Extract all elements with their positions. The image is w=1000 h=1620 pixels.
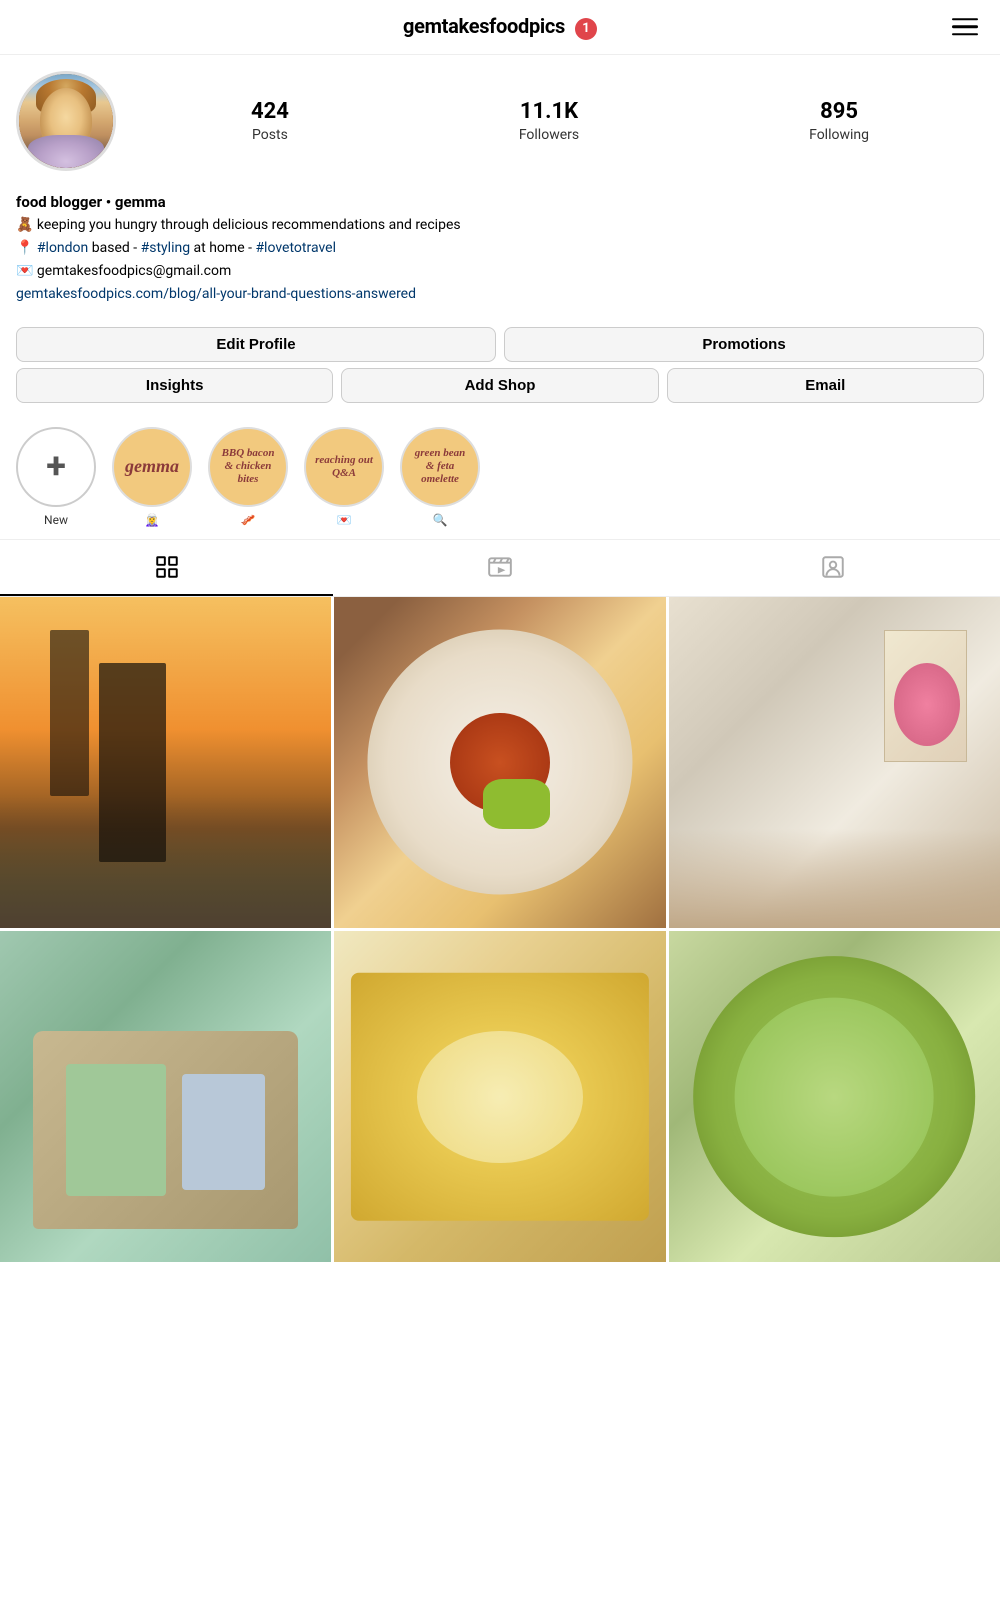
buttons-row-2: Insights Add Shop Email: [0, 368, 1000, 415]
menu-button[interactable]: [948, 14, 982, 40]
edit-profile-button[interactable]: Edit Profile: [16, 327, 496, 362]
photo-6[interactable]: [669, 931, 1000, 1262]
reels-icon: [487, 554, 513, 580]
bio-hashtag-styling[interactable]: #styling: [141, 240, 190, 256]
photo-2[interactable]: [334, 597, 665, 928]
photo-4[interactable]: [0, 931, 331, 1262]
highlight-new[interactable]: + New: [16, 427, 96, 527]
posts-label: Posts: [252, 127, 288, 143]
following-label: Following: [809, 127, 869, 143]
photo-1[interactable]: [0, 597, 331, 928]
highlight-circle-gemma: gemma: [112, 427, 192, 507]
bio-hashtag-travel[interactable]: #lovetotravel: [255, 240, 336, 256]
tab-tagged[interactable]: [667, 540, 1000, 596]
highlight-label-bbq: 🥓: [241, 513, 256, 527]
highlight-circle-new: +: [16, 427, 96, 507]
stats-row: 424 Posts 11.1K Followers 895 Following: [136, 99, 984, 143]
header-title: gemtakesfoodpics 1: [403, 14, 597, 40]
menu-line-1: [952, 18, 978, 21]
following-stat[interactable]: 895 Following: [809, 99, 869, 143]
highlight-label-gemma: 🧝‍♀️: [145, 513, 160, 527]
followers-label: Followers: [519, 127, 579, 143]
followers-stat[interactable]: 11.1K Followers: [519, 99, 579, 143]
posts-stat[interactable]: 424 Posts: [251, 99, 289, 143]
notification-badge: 1: [575, 18, 597, 40]
highlights-row: + New gemma 🧝‍♀️ BBQ bacon & chicken bit…: [0, 415, 1000, 535]
followers-count: 11.1K: [520, 99, 578, 125]
highlight-label-qa: 💌: [337, 513, 352, 527]
add-shop-button[interactable]: Add Shop: [341, 368, 658, 403]
highlight-green-bean[interactable]: green bean & feta omelette 🔍: [400, 427, 480, 527]
photo-grid: [0, 597, 1000, 1263]
bio-emoji-1: 🧸: [16, 217, 33, 233]
bio-name: food blogger • gemma: [16, 193, 984, 211]
photo-5[interactable]: [334, 931, 665, 1262]
menu-line-3: [952, 33, 978, 36]
tab-reels[interactable]: [333, 540, 666, 596]
tagged-icon: [820, 554, 846, 580]
add-icon: +: [46, 445, 66, 488]
photo-3[interactable]: [669, 597, 1000, 928]
bio-line-3: 💌 gemtakesfoodpics@gmail.com: [16, 261, 984, 282]
highlight-circle-green-bean: green bean & feta omelette: [400, 427, 480, 507]
highlight-gemma[interactable]: gemma 🧝‍♀️: [112, 427, 192, 527]
bio-line-1: 🧸 keeping you hungry through delicious r…: [16, 215, 984, 236]
avatar[interactable]: [16, 71, 116, 171]
grid-icon: [154, 554, 180, 580]
bio-text-home: at home -: [194, 240, 256, 256]
bio-line-2: 📍 #london based - #styling at home - #lo…: [16, 238, 984, 259]
bio-emoji-2: 📍: [16, 240, 33, 256]
username-text: gemtakesfoodpics: [403, 14, 565, 38]
posts-count: 424: [251, 99, 289, 125]
profile-section: 424 Posts 11.1K Followers 895 Following: [0, 55, 1000, 193]
app-header: gemtakesfoodpics 1: [0, 0, 1000, 55]
following-count: 895: [820, 99, 858, 125]
highlight-circle-bbq: BBQ bacon & chicken bites: [208, 427, 288, 507]
bio-emoji-3: 💌: [16, 263, 33, 279]
bio-section: food blogger • gemma 🧸 keeping you hungr…: [0, 193, 1000, 319]
bio-email: gemtakesfoodpics@gmail.com: [37, 263, 231, 279]
tab-grid[interactable]: [0, 540, 333, 596]
highlight-label-green-bean: 🔍: [433, 513, 448, 527]
bio-line-4: gemtakesfoodpics.com/blog/all-your-brand…: [16, 284, 984, 305]
highlight-circle-qa: reaching out Q&A: [304, 427, 384, 507]
highlight-label-new: New: [44, 513, 68, 527]
bio-text-based: based -: [92, 240, 141, 256]
menu-line-2: [952, 26, 978, 29]
email-button[interactable]: Email: [667, 368, 984, 403]
highlight-bbq[interactable]: BBQ bacon & chicken bites 🥓: [208, 427, 288, 527]
tabs-row: [0, 539, 1000, 597]
bio-hashtag-london[interactable]: #london: [37, 240, 88, 256]
promotions-button[interactable]: Promotions: [504, 327, 984, 362]
bio-website-link[interactable]: gemtakesfoodpics.com/blog/all-your-brand…: [16, 286, 416, 302]
highlight-qa[interactable]: reaching out Q&A 💌: [304, 427, 384, 527]
buttons-row-1: Edit Profile Promotions: [0, 319, 1000, 368]
insights-button[interactable]: Insights: [16, 368, 333, 403]
